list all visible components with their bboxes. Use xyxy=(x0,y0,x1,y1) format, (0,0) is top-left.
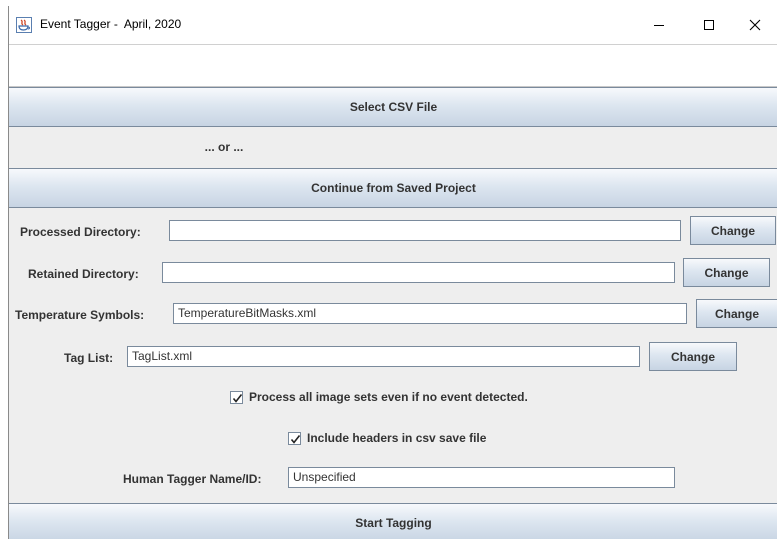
minimize-icon xyxy=(654,25,664,26)
window-title: Event Tagger - April, 2020 xyxy=(40,17,182,31)
include-headers-label: Include headers in csv save file xyxy=(307,431,487,445)
processed-directory-field[interactable] xyxy=(169,220,681,241)
include-headers-option[interactable]: Include headers in csv save file xyxy=(288,431,486,445)
top-text-strip[interactable] xyxy=(9,44,777,87)
retained-directory-field[interactable] xyxy=(162,262,675,283)
human-tagger-label: Human Tagger Name/ID: xyxy=(123,472,262,486)
tag-list-change-button[interactable]: Change xyxy=(649,342,737,371)
temperature-symbols-field[interactable]: TemperatureBitMasks.xml xyxy=(173,303,687,324)
processed-directory-label: Processed Directory: xyxy=(20,225,141,239)
retained-directory-label: Retained Directory: xyxy=(28,267,139,281)
maximize-icon xyxy=(704,20,714,30)
java-app-icon xyxy=(16,17,32,33)
include-headers-checkbox[interactable] xyxy=(288,431,301,445)
title-bar[interactable]: Event Tagger - April, 2020 xyxy=(9,6,777,44)
temperature-symbols-change-button[interactable]: Change xyxy=(696,299,777,328)
or-label: ... or ... xyxy=(204,140,244,154)
continue-saved-project-button[interactable]: Continue from Saved Project xyxy=(9,168,777,208)
process-all-option[interactable]: Process all image sets even if no event … xyxy=(230,390,528,404)
retained-directory-change-button[interactable]: Change xyxy=(683,258,770,287)
human-tagger-field[interactable]: Unspecified xyxy=(288,467,675,488)
select-csv-button[interactable]: Select CSV File xyxy=(9,87,777,127)
process-all-checkbox[interactable] xyxy=(230,390,243,404)
start-tagging-button[interactable]: Start Tagging xyxy=(9,503,777,539)
tag-list-label: Tag List: xyxy=(64,351,114,365)
app-window: Event Tagger - April, 2020 Select CSV Fi… xyxy=(8,6,777,539)
tag-list-field[interactable]: TagList.xml xyxy=(127,346,640,367)
maximize-button[interactable] xyxy=(686,6,732,44)
checkmark-icon xyxy=(232,393,243,403)
temperature-symbols-label: Temperature Symbols: xyxy=(15,308,145,322)
process-all-label: Process all image sets even if no event … xyxy=(249,390,528,404)
close-button[interactable] xyxy=(732,6,777,44)
processed-directory-change-button[interactable]: Change xyxy=(690,216,776,245)
close-icon xyxy=(749,19,761,31)
minimize-button[interactable] xyxy=(636,6,682,44)
checkmark-icon xyxy=(290,434,301,444)
